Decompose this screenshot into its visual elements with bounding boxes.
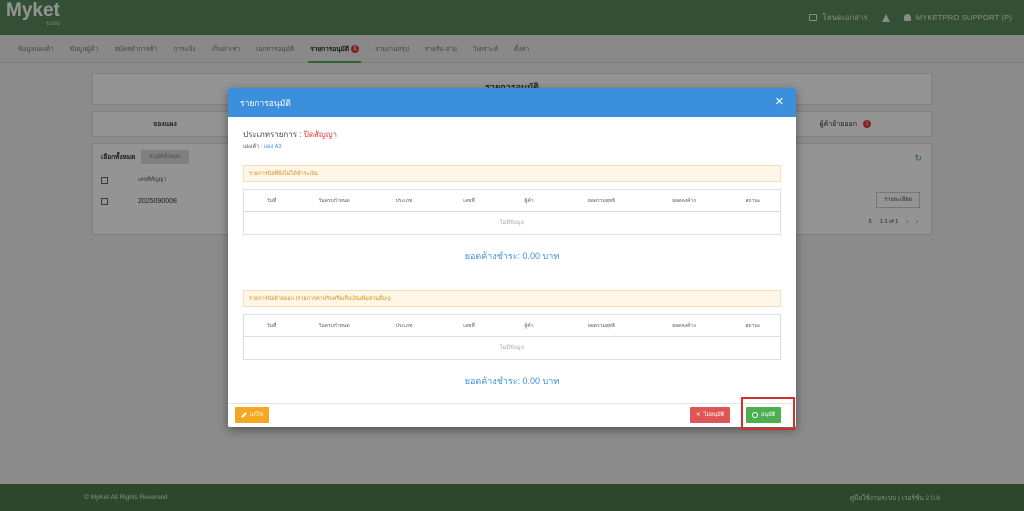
col-type: ประเภท	[395, 322, 413, 329]
col-number: เลขที่	[463, 197, 475, 204]
edit-button-label: แก้ไข	[250, 412, 264, 418]
col-outstanding: ยอดคงค้าง	[672, 197, 696, 204]
col-due-date: วันครบกำหนด	[318, 322, 350, 329]
approve-highlight-box	[741, 397, 795, 430]
col-net-total: ยอดรวมสุทธิ	[587, 322, 616, 329]
col-due-date: วันครบกำหนด	[318, 197, 350, 204]
table-header: วันที่ วันครบกำหนด ประเภท เลขที่ ผู้ค้า …	[244, 190, 780, 212]
pencil-icon	[241, 412, 247, 418]
move-out-total: ยอดค้างชำระ: 0.00 บาท	[464, 376, 560, 386]
close-icon[interactable]: ✕	[775, 97, 784, 108]
move-out-bills-table: วันที่ วันครบกำหนด ประเภท เลขที่ ผู้ค้า …	[243, 314, 781, 360]
col-merchant: ผู้ค้า	[524, 322, 534, 329]
col-status: สถานะ	[745, 197, 761, 204]
col-type: ประเภท	[395, 197, 413, 204]
modal-body: ประเภทรายการ : ปิดสัญญา แผงค้า : แผง A3 …	[228, 117, 796, 388]
col-status: สถานะ	[745, 322, 761, 329]
col-net-total: ยอดรวมสุทธิ	[587, 197, 616, 204]
col-merchant: ผู้ค้า	[524, 197, 534, 204]
reject-button[interactable]: ✕ ไม่อนุมัติ	[690, 407, 731, 423]
stall-info: แผงค้า : แผง A3	[243, 143, 781, 151]
modal-title: รายการอนุมัติ	[240, 97, 291, 108]
unpaid-bills-alert: รายการบิลที่ยังไม่ได้ชำระเงิน	[243, 165, 781, 182]
empty-state: ไม่มีข้อมูล	[499, 220, 525, 226]
unpaid-bills-table: วันที่ วันครบกำหนด ประเภท เลขที่ ผู้ค้า …	[243, 189, 781, 235]
move-out-bills-alert: รายการบิลย้ายออก (รายการค่าปรับหรือเก็บเ…	[243, 290, 781, 307]
col-outstanding: ยอดคงค้าง	[672, 322, 696, 329]
empty-state: ไม่มีข้อมูล	[499, 345, 525, 351]
outstanding-total: ยอดค้างชำระ: 0.00 บาท	[464, 251, 560, 261]
approval-modal: รายการอนุมัติ ✕ ประเภทรายการ : ปิดสัญญา …	[228, 88, 796, 427]
stall-value: แผง A3	[263, 144, 282, 150]
item-type-label: ประเภทรายการ :	[243, 130, 304, 139]
item-type: ประเภทรายการ : ปิดสัญญา	[243, 128, 781, 141]
table-header: วันที่ วันครบกำหนด ประเภท เลขที่ ผู้ค้า …	[244, 315, 780, 337]
col-number: เลขที่	[463, 322, 475, 329]
col-date: วันที่	[266, 197, 277, 204]
col-date: วันที่	[266, 322, 277, 329]
modal-header: รายการอนุมัติ ✕	[228, 88, 796, 117]
item-type-value: ปิดสัญญา	[303, 130, 338, 139]
modal-footer: แก้ไข ✕ ไม่อนุมัติ อนุมัติ	[228, 403, 796, 427]
edit-button[interactable]: แก้ไข	[235, 407, 270, 423]
stall-label: แผงค้า :	[243, 144, 264, 150]
close-icon: ✕	[696, 412, 701, 418]
reject-button-label: ไม่อนุมัติ	[703, 412, 725, 418]
